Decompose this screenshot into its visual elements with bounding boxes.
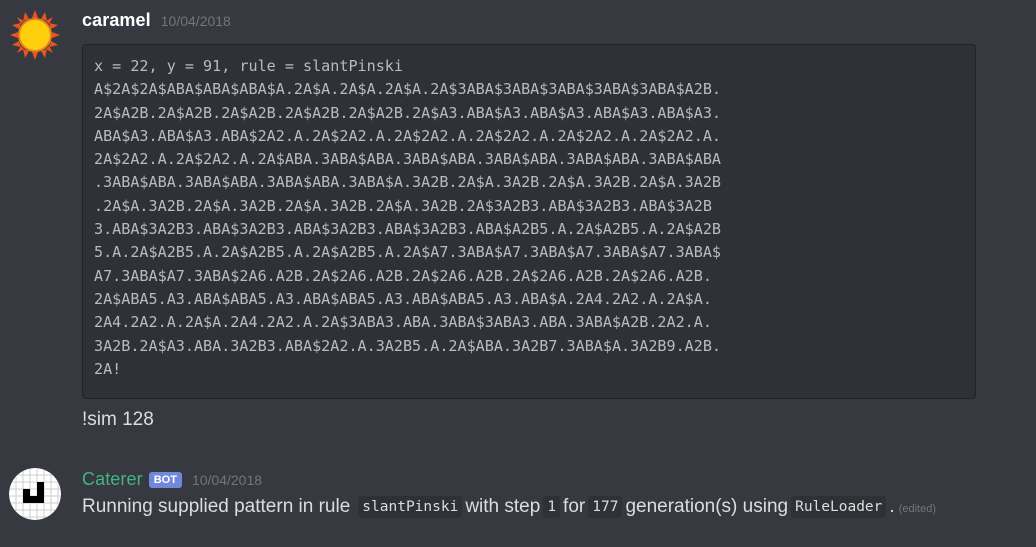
timestamp: 10/04/2018 bbox=[191, 472, 263, 488]
code-line: 5.A.2A$A2B5.A.2A$A2B5.A.2A$A2B5.A.2A$A7.… bbox=[94, 243, 722, 262]
code-line: .3ABA$ABA.3ABA$ABA.3ABA$ABA.3ABA$A.3A2B.… bbox=[94, 173, 722, 192]
code-line: 2A! bbox=[94, 359, 122, 378]
bot-tag: BOT bbox=[148, 472, 182, 488]
code-line: 2A$A2B.2A$A2B.2A$A2B.2A$A2B.2A$A2B.2A$A3… bbox=[94, 103, 722, 122]
sun-avatar-icon[interactable] bbox=[9, 9, 61, 61]
code-line: A7.3ABA$A7.3ABA$2A6.A2B.2A$2A6.A2B.2A$2A… bbox=[94, 266, 712, 285]
pixel-glider-avatar-icon[interactable] bbox=[9, 468, 61, 520]
code-line: 2A$ABA5.A3.ABA$ABA5.A3.ABA$ABA5.A3.ABA$A… bbox=[94, 289, 712, 308]
code-line: 3A2B.2A$A3.ABA.3A2B3.ABA$2A2.A.3A2B5.A.2… bbox=[94, 336, 722, 355]
inline-code-generations: 177 bbox=[588, 496, 623, 518]
code-line: ABA$A3.ABA$A3.ABA$2A2.A.2A$2A2.A.2A$2A2.… bbox=[94, 126, 722, 145]
code-block: x = 22, y = 91, rule = slantPinski A$2A$… bbox=[82, 44, 976, 399]
username[interactable]: Caterer bbox=[82, 469, 143, 490]
inline-code-loader: RuleLoader bbox=[791, 496, 887, 518]
message-text-part: for bbox=[563, 496, 586, 517]
inline-code-step: 1 bbox=[543, 496, 561, 518]
code-line: A$2A$2A$ABA$ABA$ABA$A.2A$A.2A$A.2A$A.2A$… bbox=[94, 80, 722, 99]
message-text-part: . bbox=[889, 496, 895, 517]
code-line: 3.ABA$3A2B3.ABA$3A2B3.ABA$3A2B3.ABA$3A2B… bbox=[94, 220, 722, 239]
code-line: 2A$2A2.A.2A$2A2.A.2A$ABA.3ABA$ABA.3ABA$A… bbox=[94, 150, 722, 169]
code-line: .2A$A.3A2B.2A$A.3A2B.2A$A.3A2B.2A$A.3A2B… bbox=[94, 196, 712, 215]
message-text-part: Running supplied pattern in rule bbox=[82, 496, 351, 517]
username[interactable]: caramel bbox=[82, 10, 151, 31]
chat-view: caramel 10/04/2018 x = 22, y = 91, rule … bbox=[0, 0, 1036, 547]
message-header: Caterer BOT 10/04/2018 bbox=[82, 469, 262, 490]
inline-code-rule: slantPinski bbox=[358, 496, 463, 518]
message-text: Running supplied pattern in rule slantPi… bbox=[82, 496, 936, 518]
message-header: caramel 10/04/2018 bbox=[82, 10, 231, 31]
message-text-part: with step bbox=[465, 496, 541, 517]
message-text-part: generation(s) using bbox=[625, 496, 789, 517]
code-line: 2A4.2A2.A.2A$A.2A4.2A2.A.2A$3ABA3.ABA.3A… bbox=[94, 313, 712, 332]
edited-label: (edited) bbox=[898, 503, 936, 515]
timestamp: 10/04/2018 bbox=[160, 13, 231, 29]
message-text: !sim 128 bbox=[82, 409, 154, 430]
code-line: x = 22, y = 91, rule = slantPinski bbox=[94, 57, 403, 75]
